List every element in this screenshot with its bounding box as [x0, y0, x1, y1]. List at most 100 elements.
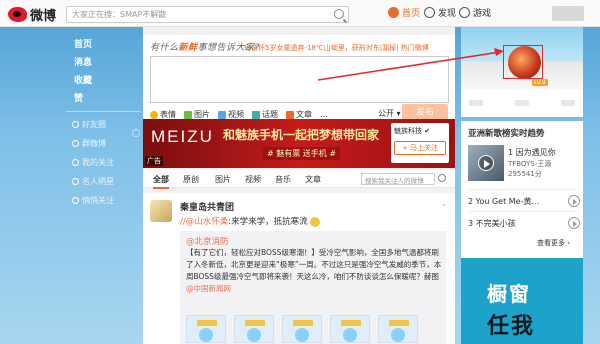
sidebar-group-label: 群微博: [82, 139, 106, 148]
home-icon: [388, 7, 399, 18]
sidebar-group-label: 名人明星: [82, 177, 114, 186]
repost-image[interactable]: [234, 315, 274, 343]
side-ad[interactable]: 橱窗 任我: [461, 258, 583, 344]
left-sidebar: 首页 消息 收藏 赞 好友圈 群微博 我的关注 名人明星 悄悄关注: [0, 27, 143, 344]
post-text: //@山水怀柔:来学来学，抵抗寒流: [180, 215, 321, 227]
image-icon: [184, 110, 192, 119]
sidebar-item-friends-circle[interactable]: 好友圈: [72, 119, 106, 130]
prompt-text: 有什么: [150, 43, 179, 53]
chevron-down-icon[interactable]: ⌄: [441, 200, 447, 208]
post-body: :来学来学，抵抗寒流: [228, 217, 308, 227]
sidebar-divider: [66, 111, 140, 112]
sidebar-item-favorites[interactable]: 收藏: [74, 73, 92, 86]
tab-videos[interactable]: 视频: [245, 174, 261, 185]
repost-image[interactable]: [282, 315, 322, 343]
mention-link[interactable]: @中国新闻网: [186, 284, 231, 293]
nav-home-label: 首页: [402, 9, 421, 19]
song-name: You Get Me-黄...: [475, 196, 540, 206]
group-icon: [72, 140, 79, 147]
song-item-top[interactable]: 1 因为遇见你 TFBOYS-王源 295541分: [468, 145, 580, 187]
hot-topic-link[interactable]: 母亲怀5岁女童遗弃-18℃山坳里，获刑对东|漏掉| 热门微博: [244, 43, 429, 53]
song-item[interactable]: 2 You Get Me-黄...: [468, 193, 580, 209]
meizu-banner-ad[interactable]: MEIZU 和魅族手机一起把梦想带回家 # 魅有票 送手机 # 广告 魅族科技 …: [143, 119, 455, 168]
song-rank: 1: [508, 148, 514, 157]
follow-icon: [72, 159, 79, 166]
weibo-eye-icon: [8, 7, 27, 22]
search-input[interactable]: 大家正在搜：SMAP不解散: [66, 6, 349, 23]
level-badge: LV.9: [532, 79, 548, 86]
prompt-highlight: 新鲜: [178, 43, 198, 53]
song-ranking-card: 亚洲新歌榜实时趋势 1 因为遇见你 TFBOYS-王源 295541分 2 Yo…: [461, 121, 583, 344]
topic-icon: [252, 110, 260, 119]
tab-all[interactable]: 全部: [153, 174, 169, 189]
visibility-select[interactable]: 公开 ▾: [378, 108, 401, 119]
tab-music[interactable]: 音乐: [275, 174, 291, 185]
nav-game[interactable]: 游戏: [459, 6, 491, 19]
repost-text: 【有了它们，轻松应对BOSS级寒潮！】受冷空气影响，全国多地气温都将刷了入冬新低…: [186, 247, 442, 295]
play-icon[interactable]: [478, 155, 494, 171]
repost-image[interactable]: [330, 315, 370, 343]
avatar[interactable]: [150, 200, 172, 222]
side-ad-text: 橱窗: [487, 282, 531, 306]
user-nickname-blurred[interactable]: [552, 6, 584, 21]
profile-card: LV.9: [461, 27, 583, 117]
stat-fans[interactable]: [515, 100, 529, 106]
song-score: 295541分: [508, 170, 542, 178]
game-icon: [459, 7, 470, 18]
sidebar-item-messages[interactable]: 消息: [74, 55, 92, 68]
emoji-icon: [310, 216, 321, 227]
view-more-link[interactable]: 查看更多 ›: [537, 238, 570, 248]
song-rank: 2: [468, 196, 474, 206]
post-textarea[interactable]: [150, 56, 449, 103]
profile-stats-blurred: [469, 100, 575, 106]
weibo-logo[interactable]: 微博: [8, 5, 56, 24]
sidebar-item-celebrities[interactable]: 名人明星: [72, 176, 114, 187]
song-title: 2 You Get Me-黄...: [468, 196, 539, 207]
post-author[interactable]: 秦皇岛共青团: [180, 200, 234, 213]
nav-discover-label: 发现: [438, 9, 457, 19]
song-item[interactable]: 3 不完美小孩: [468, 215, 580, 231]
main-feed: 有什么新鲜事想告诉大家? 母亲怀5岁女童遗弃-18℃山坳里，获刑对东|漏掉| 热…: [143, 27, 455, 344]
gear-icon[interactable]: [132, 129, 140, 137]
tab-original[interactable]: 原创: [183, 174, 199, 185]
song-title: 1 因为遇见你: [508, 147, 556, 158]
play-icon[interactable]: [568, 217, 580, 229]
side-ad-text: 任我: [487, 314, 536, 339]
search-icon[interactable]: [438, 174, 446, 182]
highlight-box: [503, 45, 543, 79]
sidebar-item-home[interactable]: 首页: [74, 37, 92, 50]
nav-discover[interactable]: 发现: [424, 6, 456, 19]
sidebar-group-label: 我的关注: [82, 158, 114, 167]
ad-follow-card: 魅族科技 ✔ + 马上关注: [391, 123, 449, 163]
play-icon[interactable]: [568, 195, 580, 207]
stat-follows[interactable]: [469, 100, 483, 106]
sidebar-item-likes[interactable]: 赞: [74, 91, 83, 104]
sidebar-group-label: 好友圈: [82, 120, 106, 129]
tab-articles[interactable]: 文章: [305, 174, 321, 185]
repost-author[interactable]: @北京消防: [186, 235, 229, 247]
song-name: 因为遇见你: [515, 148, 556, 157]
friends-circle-icon: [72, 121, 79, 128]
sidebar-group-label: 悄悄关注: [82, 196, 114, 205]
sidebar-item-my-follows[interactable]: 我的关注: [72, 157, 114, 168]
repost-image[interactable]: [378, 315, 418, 343]
mention-link[interactable]: //@山水怀柔: [180, 217, 228, 227]
sidebar-item-group-weibo[interactable]: 群微博: [72, 138, 106, 149]
song-title: 3 不完美小孩: [468, 218, 516, 229]
ad-brand: MEIZU: [151, 127, 214, 146]
feed-search-input[interactable]: 搜索我关注人的微博: [361, 173, 435, 185]
stat-posts[interactable]: [561, 100, 575, 106]
repost-image[interactable]: [186, 315, 226, 343]
ad-follow-button[interactable]: + 马上关注: [394, 141, 446, 155]
lock-icon: [72, 197, 79, 204]
tab-images[interactable]: 图片: [215, 174, 231, 185]
star-icon: [72, 178, 79, 185]
search-icon[interactable]: [334, 9, 344, 19]
feed-post: 秦皇岛共青团 ⌄ //@山水怀柔:来学来学，抵抗寒流 @北京消防 【有了它们，轻…: [143, 193, 455, 344]
nav-home[interactable]: 首页: [388, 6, 420, 19]
article-icon: [286, 110, 294, 119]
right-column: LV.9 亚洲新歌榜实时趋势 1 因为遇见你 TFBOYS-王源 295541分…: [461, 27, 583, 344]
sidebar-item-secret-follows[interactable]: 悄悄关注: [72, 195, 114, 206]
tool-more[interactable]: …: [320, 110, 328, 119]
ad-subtitle: # 魅有票 送手机 #: [263, 147, 341, 160]
